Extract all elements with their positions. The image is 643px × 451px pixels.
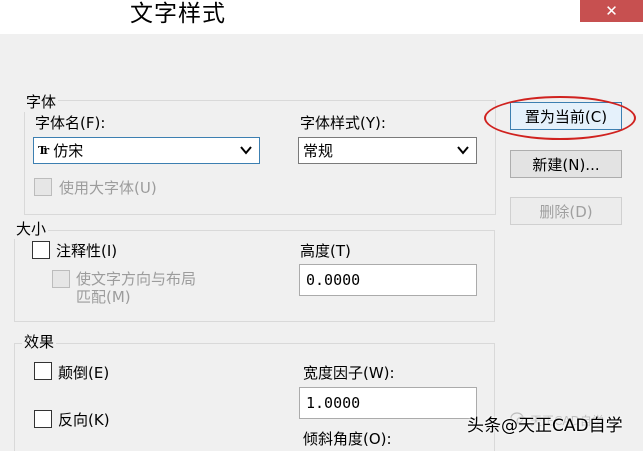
- highlight-oval: [484, 96, 636, 140]
- annotative-label: 注释性(I): [56, 242, 118, 260]
- use-bigfont-checkbox[interactable]: [34, 178, 52, 196]
- oblique-angle-label: 倾斜角度(O):: [303, 430, 392, 448]
- height-input[interactable]: 0.0000: [299, 264, 477, 296]
- use-bigfont-label: 使用大字体(U): [59, 179, 157, 197]
- backwards-label: 反向(K): [58, 411, 110, 429]
- height-label: 高度(T): [300, 242, 351, 260]
- truetype-icon: Tr: [38, 144, 49, 157]
- font-style-label: 字体样式(Y):: [300, 114, 386, 132]
- chevron-down-icon: [240, 146, 252, 155]
- annotative-checkbox[interactable]: [32, 241, 50, 259]
- effects-group-legend: 效果: [22, 331, 57, 352]
- font-style-dropdown[interactable]: 常规: [298, 137, 477, 164]
- width-factor-label: 宽度因子(W):: [303, 364, 395, 382]
- match-orientation-checkbox[interactable]: [52, 270, 70, 288]
- delete-button[interactable]: 删除(D): [510, 197, 622, 225]
- close-button[interactable]: ✕: [580, 0, 643, 22]
- font-name-label: 字体名(F):: [35, 114, 106, 132]
- size-group-legend: 大小: [14, 218, 49, 239]
- close-icon: ✕: [605, 2, 618, 20]
- backwards-checkbox[interactable]: [34, 410, 52, 428]
- font-style-value: 常规: [303, 142, 334, 160]
- upside-down-label: 颠倒(E): [58, 364, 110, 382]
- font-group-legend: 字体: [24, 91, 59, 112]
- match-orientation-label-line2: 匹配(M): [76, 288, 131, 306]
- watermark-text: 头条@天正CAD自学: [467, 416, 623, 436]
- new-button[interactable]: 新建(N)...: [510, 150, 622, 178]
- window-title: 文字样式: [130, 1, 226, 27]
- font-name-value: 仿宋: [53, 142, 84, 160]
- chevron-down-icon: [457, 146, 469, 155]
- width-factor-input[interactable]: 1.0000: [299, 387, 477, 419]
- title-bar: [0, 0, 643, 34]
- upside-down-checkbox[interactable]: [34, 362, 52, 380]
- font-name-dropdown[interactable]: Tr 仿宋: [33, 137, 260, 164]
